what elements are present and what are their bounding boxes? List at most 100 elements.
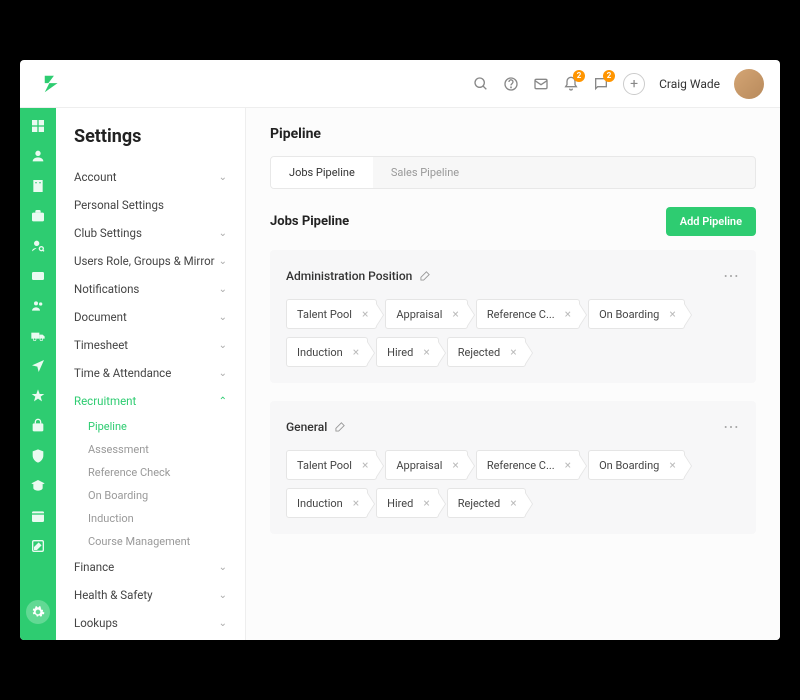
stage-chip[interactable]: Talent Pool× xyxy=(286,299,377,329)
nav-item-lookups[interactable]: Lookups⌄ xyxy=(56,609,245,637)
remove-stage-icon[interactable]: × xyxy=(565,458,571,472)
sub-item-on-boarding[interactable]: On Boarding xyxy=(56,484,245,507)
edit-icon[interactable] xyxy=(327,417,346,436)
remove-stage-icon[interactable]: × xyxy=(669,307,675,321)
stage-chip[interactable]: Talent Pool × xyxy=(286,450,377,480)
rail-card-icon[interactable] xyxy=(30,268,46,284)
rail-location-icon[interactable] xyxy=(30,358,46,374)
main-content: Pipeline Jobs PipelineSales Pipeline Job… xyxy=(246,108,780,640)
rail-user-icon[interactable] xyxy=(30,148,46,164)
nav-item-label: Finance xyxy=(74,560,114,574)
stage-chip[interactable]: Reference C...× xyxy=(476,299,580,329)
rail-settings-icon[interactable] xyxy=(26,600,50,624)
nav-item-health-safety[interactable]: Health & Safety ⌄ xyxy=(56,581,245,609)
nav-item-timesheet[interactable]: Timesheet⌄ xyxy=(56,331,245,359)
rail-truck-icon[interactable] xyxy=(30,328,46,344)
remove-stage-icon[interactable]: × xyxy=(452,458,458,472)
nav-item-recruitment[interactable]: Recruitment⌃ xyxy=(56,387,245,415)
nav-item-notifications[interactable]: Notifications⌄ xyxy=(56,275,245,303)
stage-chip[interactable]: Induction× xyxy=(286,337,368,367)
nav-item-club-settings[interactable]: Club Settings⌄ xyxy=(56,219,245,247)
rail-dashboard-icon[interactable] xyxy=(30,118,46,134)
settings-sidebar: Settings Account⌄Personal SettingsClub S… xyxy=(56,108,246,640)
chevron-up-icon: ⌃ xyxy=(219,396,227,407)
rail-search-user-icon[interactable] xyxy=(30,238,46,254)
nav-item-label: Health & Safety xyxy=(74,588,153,602)
rail-users-icon[interactable] xyxy=(30,298,46,314)
stage-chip[interactable]: Reference C...× xyxy=(476,450,580,480)
rail-shield-icon[interactable] xyxy=(30,448,46,464)
tab-sales-pipeline[interactable]: Sales Pipeline xyxy=(373,157,477,188)
nav-item-label: Timesheet xyxy=(74,338,128,352)
nav-item-personal-settings[interactable]: Personal Settings xyxy=(56,191,245,219)
remove-stage-icon[interactable]: × xyxy=(510,496,516,510)
stage-chip[interactable]: Appraisal× xyxy=(385,299,467,329)
stage-label: Talent Pool xyxy=(297,459,352,472)
app-logo xyxy=(42,73,64,95)
tab-jobs-pipeline[interactable]: Jobs Pipeline xyxy=(271,157,373,188)
chat-badge: 2 xyxy=(603,70,615,82)
remove-stage-icon[interactable]: × xyxy=(423,345,429,359)
stage-chip[interactable]: Rejected × xyxy=(447,488,526,518)
nav-item-finance[interactable]: Finance⌄ xyxy=(56,553,245,581)
rail-building-icon[interactable] xyxy=(30,178,46,194)
remove-stage-icon[interactable]: × xyxy=(669,458,675,472)
rail-star-icon[interactable] xyxy=(30,388,46,404)
nav-item-label: Document xyxy=(74,310,127,324)
nav-item-account[interactable]: Account⌄ xyxy=(56,163,245,191)
remove-stage-icon[interactable]: × xyxy=(353,496,359,510)
add-button[interactable]: + xyxy=(623,73,645,95)
chevron-down-icon: ⌄ xyxy=(219,590,227,601)
body: Settings Account⌄Personal SettingsClub S… xyxy=(20,108,780,640)
tabs: Jobs PipelineSales Pipeline xyxy=(270,156,756,189)
stage-label: On Boarding xyxy=(599,308,659,321)
section-title: Jobs Pipeline xyxy=(270,214,349,229)
remove-stage-icon[interactable]: × xyxy=(510,345,516,359)
stage-chip[interactable]: Induction× xyxy=(286,488,368,518)
sub-item-induction[interactable]: Induction xyxy=(56,507,245,530)
sub-item-assessment[interactable]: Assessment xyxy=(56,438,245,461)
nav-item-label: Users Role, Groups & Mirror xyxy=(74,254,215,268)
nav-item-users-role-groups-mirror[interactable]: Users Role, Groups & Mirror⌄ xyxy=(56,247,245,275)
sidebar-title: Settings xyxy=(56,126,245,163)
mail-icon[interactable] xyxy=(533,76,549,92)
stage-chip[interactable]: Hired× xyxy=(376,337,439,367)
remove-stage-icon[interactable]: × xyxy=(362,458,368,472)
rail-edit-icon[interactable] xyxy=(30,538,46,554)
nav-item-label: Notifications xyxy=(74,282,139,296)
search-icon[interactable] xyxy=(473,76,489,92)
remove-stage-icon[interactable]: × xyxy=(353,345,359,359)
rail-graduation-icon[interactable] xyxy=(30,478,46,494)
more-icon[interactable]: ⋯ xyxy=(723,417,740,436)
bell-icon[interactable]: 2 xyxy=(563,76,579,92)
edit-icon[interactable] xyxy=(412,266,431,285)
stage-chip[interactable]: Hired× xyxy=(376,488,439,518)
stage-chip[interactable]: On Boarding × xyxy=(588,450,685,480)
help-icon[interactable] xyxy=(503,76,519,92)
remove-stage-icon[interactable]: × xyxy=(452,307,458,321)
remove-stage-icon[interactable]: × xyxy=(423,496,429,510)
rail-bag-icon[interactable] xyxy=(30,418,46,434)
stage-chip[interactable]: On Boarding × xyxy=(588,299,685,329)
stage-label: On Boarding xyxy=(599,459,659,472)
nav-item-time-attendance[interactable]: Time & Attendance⌄ xyxy=(56,359,245,387)
remove-stage-icon[interactable]: × xyxy=(565,307,571,321)
sub-item-reference-check[interactable]: Reference Check xyxy=(56,461,245,484)
sub-item-course-management[interactable]: Course Management xyxy=(56,530,245,553)
more-icon[interactable]: ⋯ xyxy=(723,266,740,285)
stage-label: Rejected xyxy=(458,497,500,510)
rail-calendar-icon[interactable] xyxy=(30,508,46,524)
nav-item-document[interactable]: Document⌄ xyxy=(56,303,245,331)
chevron-down-icon: ⌄ xyxy=(219,368,227,379)
avatar[interactable] xyxy=(734,69,764,99)
sub-item-pipeline[interactable]: Pipeline xyxy=(56,415,245,438)
nav-item-appraisals[interactable]: Appraisals xyxy=(56,637,245,640)
notification-badge: 2 xyxy=(573,70,585,82)
stage-chip[interactable]: Rejected× xyxy=(447,337,526,367)
remove-stage-icon[interactable]: × xyxy=(362,307,368,321)
stage-chip[interactable]: Appraisal× xyxy=(385,450,467,480)
add-pipeline-button[interactable]: Add Pipeline xyxy=(666,207,756,236)
pipeline-title: Administration Position xyxy=(286,269,412,283)
rail-briefcase-icon[interactable] xyxy=(30,208,46,224)
chat-icon[interactable]: 2 xyxy=(593,76,609,92)
